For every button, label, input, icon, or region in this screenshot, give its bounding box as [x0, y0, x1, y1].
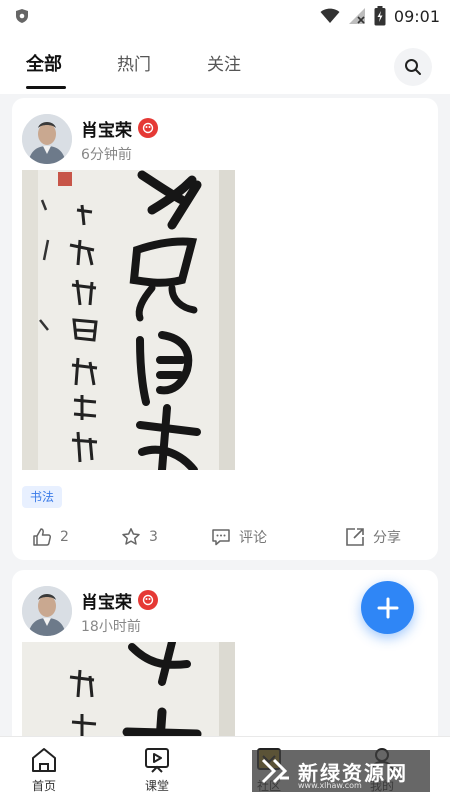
post-card[interactable]: 肖宝荣 6分钟前 书法 2 3 评论 分享	[12, 98, 438, 560]
video-icon	[145, 748, 169, 773]
post-time: 6分钟前	[81, 147, 132, 163]
author-name[interactable]: 肖宝荣	[81, 116, 132, 141]
share-button[interactable]: 分享	[345, 522, 401, 552]
share-label: 分享	[373, 530, 401, 546]
status-time: 09:01	[393, 6, 440, 26]
avatar-image	[22, 114, 72, 164]
like-count: 2	[60, 529, 69, 545]
watermark-logo-icon	[261, 758, 289, 784]
avatar[interactable]	[22, 586, 72, 636]
plus-icon	[377, 597, 398, 618]
status-bar: 09:01	[0, 0, 450, 32]
favorite-button[interactable]: 3	[121, 522, 158, 552]
home-icon	[32, 748, 56, 772]
thumbs-up-icon	[33, 528, 52, 546]
author-name[interactable]: 肖宝荣	[81, 588, 132, 613]
search-button[interactable]	[394, 48, 432, 86]
like-button[interactable]: 2	[32, 522, 69, 552]
star-icon	[122, 528, 140, 545]
comment-label: 评论	[239, 530, 267, 546]
watermark: 新绿资源网 www.xlhaw.com	[252, 750, 430, 792]
add-post-button[interactable]	[361, 581, 414, 634]
post-time: 18小时前	[81, 619, 141, 635]
tab-header: 全部 热门 关注	[0, 32, 450, 94]
favorite-count: 3	[149, 529, 158, 545]
post-tag[interactable]: 书法	[22, 486, 63, 508]
comment-icon	[212, 529, 230, 546]
tab-hot[interactable]: 热门	[117, 50, 151, 75]
comment-button[interactable]: 评论	[211, 522, 267, 552]
tab-underline	[26, 86, 66, 89]
post-actions: 2 3 评论 分享	[12, 522, 438, 552]
nav-classroom[interactable]: 课堂	[122, 745, 192, 794]
verified-badge-icon	[138, 590, 158, 610]
wifi-icon	[320, 8, 340, 23]
nav-home[interactable]: 首页	[9, 745, 79, 794]
no-signal-icon	[348, 8, 365, 24]
avatar[interactable]	[22, 114, 72, 164]
nav-home-label: 首页	[31, 779, 56, 793]
shield-icon	[16, 9, 28, 23]
post-feed[interactable]: 肖宝荣 6分钟前 书法 2 3 评论 分享 肖宝荣 18小时前	[0, 94, 450, 736]
tab-follow[interactable]: 关注	[207, 50, 241, 75]
tab-all[interactable]: 全部	[26, 50, 62, 76]
post-image[interactable]	[22, 170, 235, 470]
avatar-image	[22, 586, 72, 636]
share-icon	[346, 528, 364, 546]
battery-icon	[374, 6, 386, 26]
post-image[interactable]	[22, 642, 235, 736]
calligraphy-image	[22, 642, 235, 736]
calligraphy-image	[22, 170, 235, 470]
verified-badge-icon	[138, 118, 158, 138]
watermark-url: www.xlhaw.com	[298, 781, 362, 790]
nav-classroom-label: 课堂	[144, 779, 169, 793]
search-icon	[405, 59, 421, 75]
